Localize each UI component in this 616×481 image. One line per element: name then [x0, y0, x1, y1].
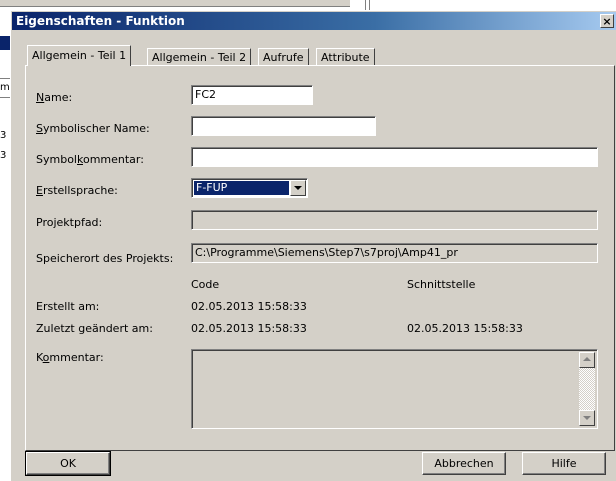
background-selected-row: [0, 36, 10, 50]
symbolic-name-field[interactable]: [191, 116, 376, 136]
scroll-up-button[interactable]: [579, 352, 595, 368]
chevron-down-icon: [294, 186, 302, 190]
created-code-value: 02.05.2013 15:58:33: [191, 300, 307, 313]
background-toolbar: [0, 0, 350, 7]
dropdown-button[interactable]: [290, 180, 306, 196]
tab-general-1[interactable]: Allgemein - Teil 1: [27, 45, 132, 66]
background-splitter: [365, 0, 370, 10]
symbol-comment-label: Symbolkommentar:: [36, 153, 144, 166]
storage-location-label: Speicherort des Projekts:: [36, 252, 174, 265]
comment-scrollbar[interactable]: [579, 352, 595, 426]
background-cell: 3: [0, 150, 7, 161]
code-column-header: Code: [191, 278, 220, 291]
modified-interface-value: 02.05.2013 15:58:33: [407, 322, 523, 335]
creation-language-label: Erstellsprache:: [36, 184, 118, 197]
tab-calls[interactable]: Aufrufe: [258, 48, 309, 65]
name-label: Name:: [36, 91, 73, 104]
creation-language-select[interactable]: F-FUP: [191, 178, 308, 198]
symbolic-name-label: Symbolischer Name:: [36, 122, 150, 135]
chevron-up-icon: [583, 357, 591, 361]
modified-label: Zuletzt geändert am:: [36, 322, 153, 335]
project-path-field: [191, 210, 598, 230]
chevron-down-icon: [583, 416, 591, 420]
properties-dialog: Eigenschaften - Funktion × Allgemein - T…: [10, 10, 616, 481]
scroll-down-button[interactable]: [579, 410, 595, 426]
name-field[interactable]: FC2: [191, 85, 313, 105]
background-cell: 3: [0, 130, 7, 141]
background-cell: m: [0, 82, 10, 93]
creation-language-value: F-FUP: [194, 181, 289, 195]
ok-button[interactable]: OK: [25, 451, 111, 476]
tab-general-2[interactable]: Allgemein - Teil 2: [147, 48, 252, 65]
cancel-button[interactable]: Abbrechen: [422, 452, 506, 475]
comment-textarea[interactable]: [191, 349, 598, 429]
modified-code-value: 02.05.2013 15:58:33: [191, 322, 307, 335]
help-button[interactable]: Hilfe: [522, 452, 606, 475]
close-button[interactable]: ×: [600, 14, 614, 28]
symbol-comment-field[interactable]: [191, 147, 598, 167]
dialog-title: Eigenschaften - Funktion: [16, 14, 185, 28]
interface-column-header: Schnittstelle: [407, 278, 476, 291]
created-label: Erstellt am:: [36, 300, 100, 313]
storage-location-field[interactable]: C:\Programme\Siemens\Step7\s7proj\Amp41_…: [191, 243, 598, 263]
tab-attributes[interactable]: Attribute: [316, 48, 375, 65]
close-icon: ×: [602, 15, 612, 28]
title-bar[interactable]: Eigenschaften - Funktion ×: [12, 12, 616, 30]
comment-label: Kommentar:: [36, 351, 104, 364]
project-path-label: Projektpfad:: [36, 216, 103, 229]
